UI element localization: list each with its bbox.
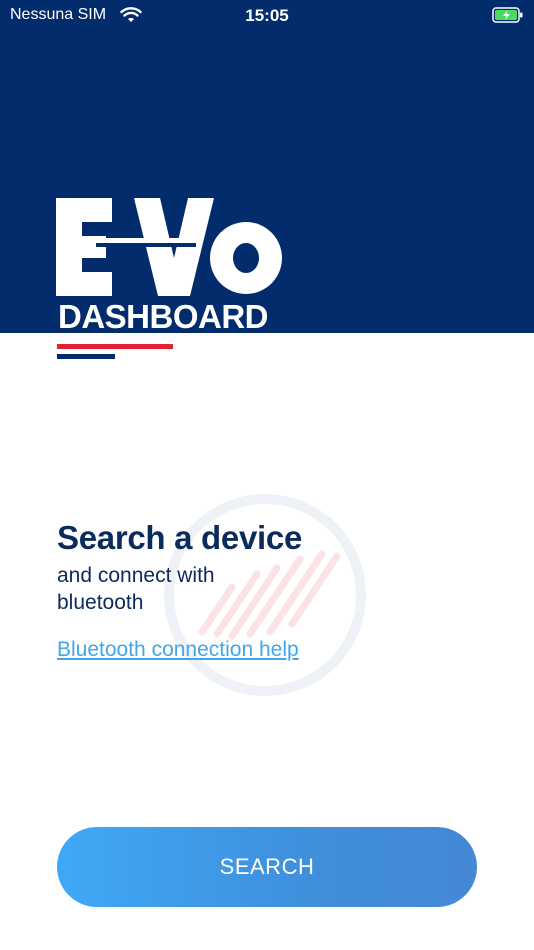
page-title: Search a device [57,519,302,556]
evo-dashboard-logo: DASHBOARD [56,196,286,366]
bluetooth-help-link[interactable]: Bluetooth connection help [57,638,299,662]
battery-charging-icon [492,6,524,29]
status-bar: Nessuna SIM 15:05 [0,0,534,32]
logo-red-stripe [57,344,173,349]
evo-logo-mark [56,198,282,296]
logo-subtitle: DASHBOARD [58,298,269,335]
search-button[interactable]: SEARCH [57,827,477,907]
logo-blue-stripe [57,354,115,359]
status-time: 15:05 [245,6,289,25]
page-subtitle: and connect with bluetooth [57,564,215,614]
